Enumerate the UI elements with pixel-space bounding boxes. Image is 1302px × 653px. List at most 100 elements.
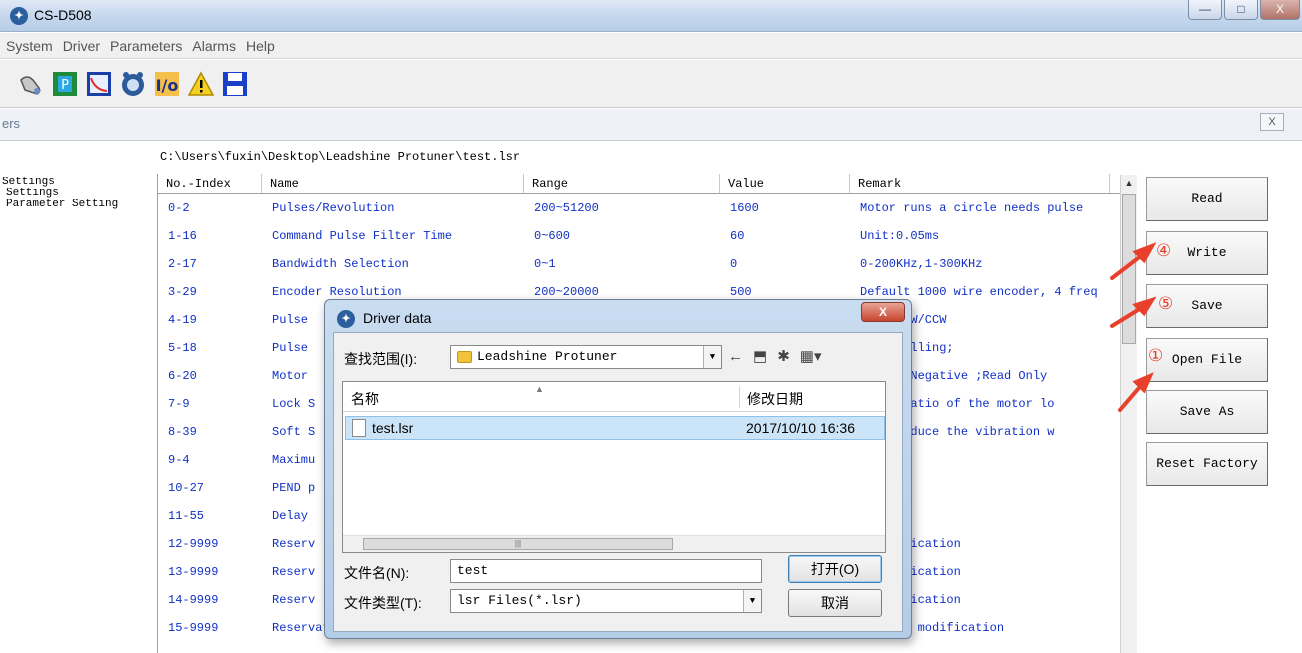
table-row[interactable]: 2-17 Bandwidth Selection 0~1 0 0-200KHz,1-30…	[158, 250, 1128, 278]
look-in-value: Leadshine Protuner	[477, 349, 618, 364]
motor-icon[interactable]	[118, 69, 148, 99]
file-type-select[interactable]: lsr Files(*.lsr) ▼	[450, 589, 762, 613]
chart-icon[interactable]	[84, 69, 114, 99]
marker-4: ④	[1156, 241, 1172, 261]
scroll-thumb[interactable]	[1122, 194, 1136, 344]
svg-text:I/o: I/o	[156, 76, 179, 95]
read-button[interactable]: Read	[1146, 177, 1268, 221]
cell-name: Command Pulse Filter Time	[272, 229, 453, 243]
cell-index: 13-9999	[168, 565, 219, 579]
cell-index: 12-9999	[168, 537, 219, 551]
window-controls: — □ X	[1186, 0, 1300, 22]
hscroll-thumb[interactable]: |||	[363, 538, 673, 550]
chevron-down-icon[interactable]: ▼	[743, 590, 761, 612]
file-date: 2017/10/10 16:36	[746, 420, 855, 436]
file-name: test.lsr	[372, 420, 414, 436]
io-icon[interactable]: I/o	[152, 69, 182, 99]
table-scrollbar[interactable]: ▲	[1120, 175, 1137, 653]
app-icon: ✦	[10, 7, 28, 25]
save-disk-icon[interactable]	[220, 69, 250, 99]
menu-help[interactable]: Help	[246, 38, 275, 54]
tree-item-parameter-setting[interactable]: Parameter Setting	[2, 199, 157, 210]
file-list-hscroll[interactable]: |||	[343, 535, 885, 552]
driver-data-dialog: ✦ Driver data X 查找范围(I): Leadshine Protu…	[324, 299, 912, 639]
open-file-button[interactable]: Open File	[1146, 338, 1268, 382]
look-in-combo[interactable]: Leadshine Protuner ▼	[450, 345, 722, 369]
sort-ascending-icon: ▲	[535, 384, 544, 394]
window-title: CS-D508	[34, 7, 92, 23]
table-row[interactable]: 1-16 Command Pulse Filter Time 0~600 60 Unit…	[158, 222, 1128, 250]
marker-5: ⑤	[1158, 294, 1174, 314]
cell-range: 0~600	[534, 229, 571, 243]
col-header-date[interactable]: 修改日期	[747, 389, 803, 409]
file-name-input[interactable]: test	[450, 559, 762, 583]
panel-title: ers	[2, 116, 21, 131]
menu-system[interactable]: System	[6, 38, 53, 54]
up-folder-icon[interactable]: ⬒	[753, 347, 767, 365]
col-header-name[interactable]: 名称	[351, 389, 379, 409]
dialog-nav-icons: ← ⬒ ✱ ▦▾	[728, 347, 831, 366]
scroll-up-icon[interactable]: ▲	[1121, 175, 1137, 192]
cell-index: 4-19	[168, 313, 197, 327]
menu-bar: System Driver Parameters Alarms Help	[0, 33, 1302, 59]
table-row[interactable]: 0-2 Pulses/Revolution 200~51200 1600 Motor r…	[158, 194, 1128, 222]
panel-close-button[interactable]: X	[1260, 113, 1284, 131]
dialog-body: 查找范围(I): Leadshine Protuner ▼ ← ⬒ ✱ ▦▾ 名…	[333, 332, 903, 632]
file-row-test[interactable]: test.lsr 2017/10/10 16:36	[345, 416, 885, 440]
menu-parameters[interactable]: Parameters	[110, 38, 182, 54]
cell-index: 11-55	[168, 509, 205, 523]
cell-index: 8-39	[168, 425, 197, 439]
menu-alarms[interactable]: Alarms	[192, 38, 236, 54]
cell-index: 9-4	[168, 453, 190, 467]
col-name[interactable]: Name	[262, 174, 524, 193]
cancel-button[interactable]: 取消	[788, 589, 882, 617]
cell-remark: Motor runs a circle needs pulse	[860, 201, 1084, 215]
cell-index: 6-20	[168, 369, 197, 383]
cell-remark: Unit:0.05ms	[860, 229, 940, 243]
maximize-button[interactable]: □	[1224, 0, 1258, 20]
col-index[interactable]: No.-Index	[158, 174, 262, 193]
column-divider[interactable]	[739, 386, 740, 408]
parameter-icon[interactable]: P	[50, 69, 80, 99]
file-name-label: 文件名(N):	[344, 565, 410, 581]
folder-icon	[457, 351, 472, 363]
cell-index: 2-17	[168, 257, 197, 271]
file-list[interactable]: 名称 ▲ 修改日期 test.lsr 2017/10/10 16:36 |||	[342, 381, 886, 553]
svg-text:P: P	[61, 78, 69, 93]
cell-index: 1-16	[168, 229, 197, 243]
col-range[interactable]: Range	[524, 174, 720, 193]
cell-range: 200~51200	[534, 201, 599, 215]
minimize-button[interactable]: —	[1188, 0, 1222, 20]
alarm-icon[interactable]	[186, 69, 216, 99]
save-as-button[interactable]: Save As	[1146, 390, 1268, 434]
back-icon[interactable]: ←	[728, 348, 743, 365]
dialog-title: Driver data	[363, 310, 432, 326]
file-path: C:\Users\fuxin\Desktop\Leadshine Protune…	[160, 150, 521, 164]
dialog-close-button[interactable]: X	[861, 302, 905, 322]
cell-value: 1600	[730, 201, 759, 215]
cell-index: 3-29	[168, 285, 197, 299]
reset-factory-button[interactable]: Reset Factory	[1146, 442, 1268, 486]
chevron-down-icon[interactable]: ▼	[703, 346, 721, 368]
cell-index: 15-9999	[168, 621, 219, 635]
dialog-app-icon: ✦	[337, 310, 355, 328]
cell-index: 0-2	[168, 201, 190, 215]
tree-item-settings-sub[interactable]: Settings	[2, 188, 157, 199]
connect-icon[interactable]	[16, 69, 46, 99]
cell-value: 0	[730, 257, 738, 271]
marker-1: ①	[1148, 346, 1164, 366]
look-in-label: 查找范围(I):	[344, 351, 418, 367]
title-bar: ✦ CS-D508 — □ X	[0, 0, 1302, 32]
col-value[interactable]: Value	[720, 174, 850, 193]
cell-value: 60	[730, 229, 745, 243]
open-button[interactable]: 打开(O)	[788, 555, 882, 583]
cell-name: Pulses/Revolution	[272, 201, 395, 215]
close-window-button[interactable]: X	[1260, 0, 1300, 20]
menu-driver[interactable]: Driver	[63, 38, 100, 54]
cell-index: 14-9999	[168, 593, 219, 607]
tree-item-settings[interactable]: Settings	[2, 177, 157, 188]
new-folder-icon[interactable]: ✱	[777, 347, 790, 365]
col-remark[interactable]: Remark	[850, 174, 1110, 193]
view-menu-icon[interactable]: ▦▾	[800, 347, 822, 365]
table-header: No.-Index Name Range Value Remark	[158, 174, 1128, 194]
